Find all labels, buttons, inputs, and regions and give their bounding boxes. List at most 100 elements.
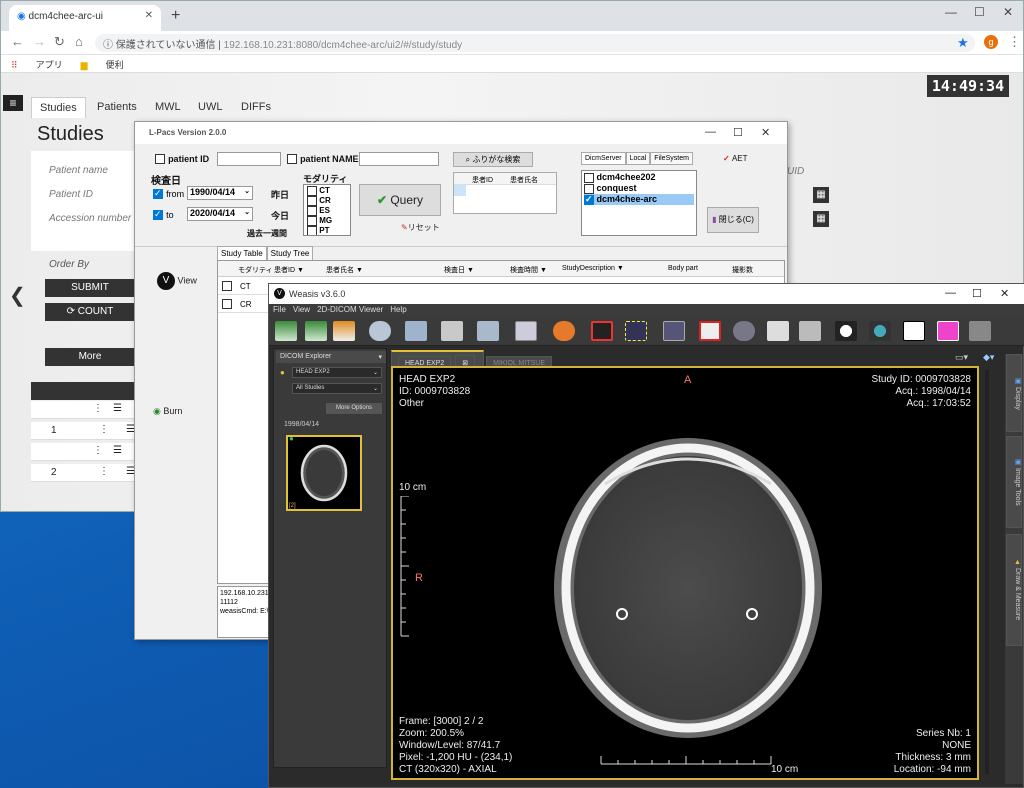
- table-row[interactable]: 2⋮☰›: [31, 464, 154, 482]
- yesterday-button[interactable]: 昨日: [271, 188, 289, 201]
- table-row[interactable]: ⋮☰⌄: [31, 401, 145, 419]
- reset-button[interactable]: ✎リセット: [401, 222, 440, 233]
- col-patient-name[interactable]: 患者氏名: [510, 175, 538, 185]
- magnifier-icon[interactable]: [733, 321, 755, 341]
- back-icon[interactable]: ←: [11, 34, 24, 49]
- col-patient-id[interactable]: 患者ID ▼: [274, 265, 304, 275]
- close-button[interactable]: ▮ 閉じる(C): [707, 207, 759, 233]
- more-button[interactable]: More: [45, 348, 135, 366]
- patient-name-checkbox[interactable]: patient NAME: [287, 153, 359, 165]
- maximize-icon[interactable]: ☐: [974, 5, 985, 19]
- apps-grid-icon[interactable]: ⠿: [11, 60, 18, 70]
- rotate-icon[interactable]: [663, 321, 685, 341]
- submit-button[interactable]: SUBMIT: [45, 279, 135, 297]
- menu-view[interactable]: View: [293, 305, 310, 314]
- list-item[interactable]: CT: [307, 186, 347, 196]
- zoom-tool-icon[interactable]: [405, 321, 427, 341]
- list-icon[interactable]: ☰: [113, 445, 122, 456]
- minimize-icon[interactable]: —: [945, 287, 956, 299]
- table-row[interactable]: 1⋮☰›: [31, 422, 154, 440]
- bookmark-star-icon[interactable]: ★: [957, 35, 969, 51]
- reset-icon[interactable]: [591, 321, 613, 341]
- row-checkbox[interactable]: [222, 281, 232, 291]
- col-modality[interactable]: モダリティ: [238, 265, 273, 275]
- list-item[interactable]: CR: [307, 196, 347, 206]
- image-scrollbar[interactable]: [985, 370, 989, 774]
- contrast-icon[interactable]: [835, 321, 857, 341]
- menu-help[interactable]: Help: [390, 305, 406, 314]
- print-icon[interactable]: [441, 321, 463, 341]
- studies-select[interactable]: All Studies ⌄: [292, 383, 382, 394]
- list-item[interactable]: MG: [307, 216, 347, 226]
- new-tab-icon[interactable]: +: [171, 7, 180, 25]
- chevron-down-icon[interactable]: ⌄: [244, 187, 250, 195]
- minimize-icon[interactable]: —: [945, 5, 957, 19]
- browser-tab[interactable]: ◉ dcm4chee-arc-ui ✕: [9, 5, 161, 31]
- accession-number-field[interactable]: Accession number: [49, 213, 131, 224]
- tab-local[interactable]: Local: [625, 152, 651, 165]
- row-menu-icon[interactable]: ⋮: [93, 403, 103, 414]
- close-window-icon[interactable]: ✕: [1003, 5, 1013, 19]
- tab-display[interactable]: ▣ Display: [1006, 354, 1022, 432]
- sync-view-icon[interactable]: ◆▾: [983, 352, 994, 363]
- stack-icon[interactable]: [799, 321, 821, 341]
- chevron-down-icon[interactable]: ▾: [378, 353, 382, 361]
- calendar-icon[interactable]: ▦: [813, 187, 829, 203]
- list-item[interactable]: dcm4chee-arc: [584, 194, 694, 205]
- order-by-label[interactable]: Order By: [49, 259, 89, 270]
- lut-icon[interactable]: [869, 321, 891, 341]
- menu-file[interactable]: File: [273, 305, 286, 314]
- list-item[interactable]: dcm4chee202: [584, 172, 694, 183]
- url-field[interactable]: ⓘ 保護されていない通信 | 192.168.10.231:8080/dcm4c…: [95, 34, 975, 52]
- close-window-icon[interactable]: ✕: [761, 126, 770, 139]
- tab-dicmserver[interactable]: DicmServer: [581, 152, 626, 165]
- count-button[interactable]: ⟳ COUNT: [45, 303, 135, 321]
- tab-draw-measure[interactable]: ▲ Draw & Measure: [1006, 534, 1022, 646]
- maximize-icon[interactable]: ☐: [733, 126, 743, 139]
- row-selector[interactable]: [454, 185, 466, 196]
- series-thumbnail[interactable]: ● [2]: [286, 434, 362, 511]
- patient-table[interactable]: 患者ID 患者氏名: [453, 172, 557, 214]
- layout-grid-icon[interactable]: [515, 321, 537, 341]
- crosshair-icon[interactable]: [625, 321, 647, 341]
- export-icon[interactable]: [305, 321, 327, 341]
- minimize-icon[interactable]: —: [705, 126, 716, 138]
- to-date-input[interactable]: 2020/04/14 ⌄: [187, 207, 253, 221]
- tab-study-table[interactable]: Study Table: [217, 246, 267, 261]
- patient-select[interactable]: HEAD EXP2 ⌄: [292, 367, 382, 378]
- chevron-down-icon[interactable]: ⌄: [244, 208, 250, 216]
- from-date-input[interactable]: 1990/04/14 ⌄: [187, 186, 253, 200]
- camera-icon[interactable]: [767, 321, 789, 341]
- menu-2d-viewer[interactable]: 2D-DICOM Viewer: [317, 305, 383, 314]
- tab-study-tree[interactable]: Study Tree: [266, 246, 314, 261]
- calendar-icon[interactable]: ▦: [813, 211, 829, 227]
- list-item[interactable]: conquest: [584, 183, 694, 194]
- mpr-icon[interactable]: [937, 321, 959, 341]
- col-exam-date[interactable]: 検査日 ▼: [444, 265, 474, 275]
- more-options-button[interactable]: More Options: [326, 403, 382, 414]
- import-icon[interactable]: [275, 321, 297, 341]
- patient-name-field[interactable]: Patient name: [49, 165, 108, 176]
- bookmark-folder[interactable]: 便利: [106, 60, 124, 70]
- close-tab-icon[interactable]: ✕: [145, 10, 153, 21]
- from-checkbox[interactable]: from: [153, 188, 184, 200]
- tab-patients[interactable]: Patients: [89, 97, 145, 117]
- hamburger-menu-icon[interactable]: ≡: [3, 95, 23, 111]
- to-checkbox[interactable]: to: [153, 209, 174, 221]
- col-body-part[interactable]: Body part: [668, 265, 698, 272]
- tab-filesystem[interactable]: FileSystem: [650, 152, 693, 165]
- patient-id-input[interactable]: [217, 152, 281, 166]
- upload-icon[interactable]: [333, 321, 355, 341]
- burn-button[interactable]: ◉ Burn: [153, 406, 182, 417]
- col-image-count[interactable]: 撮影数: [732, 265, 753, 275]
- row-menu-icon[interactable]: ⋮: [99, 466, 109, 477]
- col-patient-name[interactable]: 患者氏名 ▼: [326, 265, 363, 275]
- settings-icon[interactable]: [969, 321, 991, 341]
- list-icon[interactable]: ☰: [113, 403, 122, 414]
- patient-id-field[interactable]: Patient ID: [49, 189, 93, 200]
- furigana-search-button[interactable]: ⌕ ふりがな検索: [453, 152, 533, 167]
- layout-icon[interactable]: ▭▾: [955, 352, 968, 363]
- home-icon[interactable]: ⌂: [75, 34, 83, 49]
- invert-icon[interactable]: [903, 321, 925, 341]
- chevron-left-icon[interactable]: ❮: [9, 283, 26, 308]
